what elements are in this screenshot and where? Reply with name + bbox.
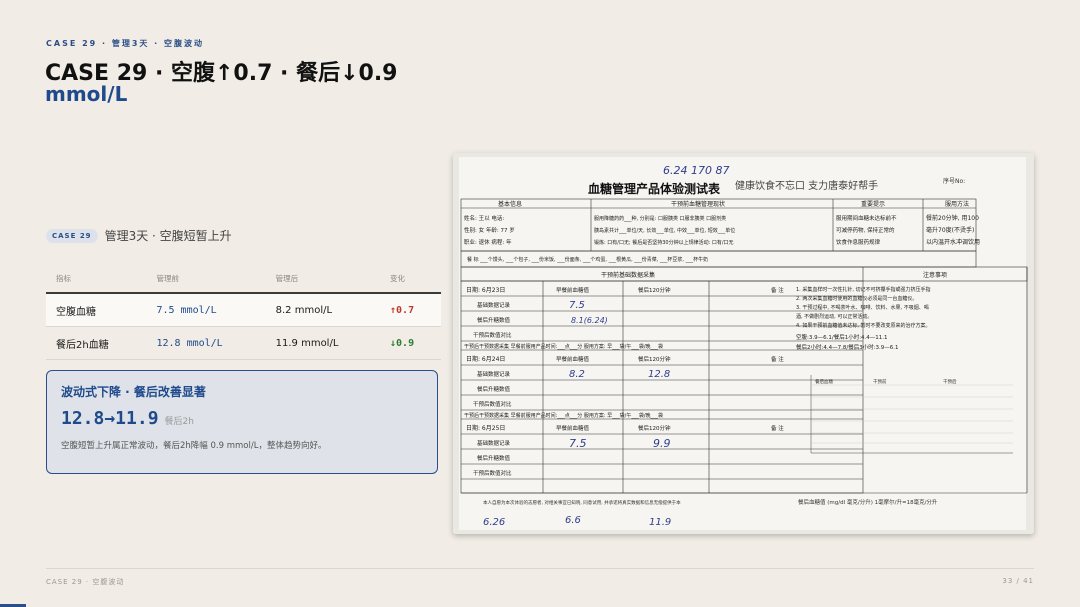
form-col-post: 餐后120分钟 [638, 424, 671, 432]
form-col-post: 餐后120分钟 [638, 355, 671, 363]
after-cell: 11.9 mmol/L [265, 326, 381, 360]
form-col-remark: 备 注 [771, 424, 784, 432]
form-note-line: 2. 两次采集血糖时使用的血糖仪必须是同一台血糖仪。 [796, 295, 917, 302]
form-note-line: 1. 采集血样时一次性扎针, 切记不可挤攥手指或强力挤压手指 [796, 286, 931, 293]
form-tips-line: 可减停药物, 保持正常的 [836, 226, 895, 234]
form-value-day2-fasting: 8.2 [569, 369, 585, 380]
form-row-post-up: 餐后升糖数值 [477, 316, 511, 324]
form-chart-legend-c: 干预后 [943, 378, 957, 385]
form-col-fasting: 早餐前血糖值 [556, 286, 590, 294]
footer-divider [46, 568, 1034, 569]
summary-callout: 波动式下降 · 餐后改善显著 12.8→11.9 餐后2h 空腹短暂上升属正常波动… [46, 370, 438, 474]
form-slogan: 健康饮食不忘口 支力唐泰好帮手 [735, 179, 878, 192]
form-usage-line: 餐前20分钟, 用100 [926, 214, 979, 222]
form-section-notes: 注意事项 [923, 271, 947, 279]
callout-heading: 波动式下降 · 餐后改善显著 [61, 385, 206, 399]
form-section-baseline: 干预前基础数据采集 [601, 271, 655, 279]
form-status-line: 胰岛素共计___单位/天, 长效___单位, 中效___单位, 短效___单位 [594, 227, 735, 234]
form-col-usage: 服用方法 [945, 200, 969, 208]
form-value-day1-fasting: 7.5 [569, 300, 585, 311]
form-footer-right: 餐后血糖值 (mg/dl 毫克/分升) 1毫摩尔/升=18毫克/分升 [798, 498, 938, 506]
form-value-day2-post: 12.8 [648, 369, 670, 380]
form-usage-line: 以内温开水冲调饮用 [926, 238, 980, 246]
change-cell: ↓0.9 [380, 326, 441, 360]
form-tips-line: 饮食作息服药规律 [836, 238, 881, 246]
col-header-after: 管理后 [265, 268, 381, 294]
case-badge: CASE 29 [46, 228, 98, 243]
form-bottom-c: 11.9 [649, 517, 671, 528]
form-basic-line: 性别: 女 年龄: 77 岁 [464, 226, 515, 234]
form-row-compare: 干预后数值对比 [473, 469, 512, 477]
callout-big-value: 12.8→11.9 [61, 408, 159, 429]
form-col-fasting: 早餐前血糖值 [556, 424, 590, 432]
form-collect-2: 干预后干预数据采集 早餐前服用产品时间:___点___分 服用方案: 早___袋… [464, 412, 663, 419]
callout-value: 12.8→11.9 餐后2h [61, 408, 423, 429]
case-subtitle: 管理3天 · 空腹短暂上升 [104, 229, 232, 243]
before-cell: 7.5 mmol/L [146, 293, 266, 327]
form-col-post: 餐后120分钟 [638, 286, 671, 294]
case-tag: CASE 29 管理3天 · 空腹短暂上升 [46, 227, 232, 244]
form-row-post-up: 餐后升糖数值 [477, 385, 511, 393]
form-row-post-up: 餐后升糖数值 [477, 454, 511, 462]
table-row: 餐后2h血糖 12.8 mmol/L 11.9 mmol/L ↓0.9 [46, 326, 441, 360]
footer-label: CASE 29 · 空腹波动 [46, 578, 125, 586]
form-day2-date: 日期: 6月24日 [466, 355, 505, 363]
form-col-tips: 重要提示 [861, 200, 885, 208]
form-status-line: 锻炼: 口有/口无; 餐后是否坚持30分钟以上规律活动: 口有/口无 [594, 239, 734, 246]
form-serial: 序号No: [943, 177, 965, 185]
form-top-note: 6.24 170 87 [663, 164, 729, 177]
metric-cell: 空腹血糖 [46, 293, 147, 327]
form-title: 血糖管理产品体验测试表 [588, 181, 721, 196]
form-usage-line: 毫升70度(不烫手) [926, 226, 974, 234]
form-row-compare: 干预后数值对比 [473, 400, 512, 408]
form-collect-1: 干预后干预数据采集 早餐前服用产品时间:___点___分 服用方案: 早___袋… [464, 343, 663, 350]
form-chart-legend-b: 干预前 [873, 378, 887, 385]
form-value-day3-post: 9.9 [653, 437, 671, 450]
comparison-table: 指标 管理前 管理后 变化 空腹血糖 7.5 mmol/L 8.2 mmol/L… [46, 268, 441, 360]
form-basic-line: 职业: 退休 病程: 年 [464, 238, 512, 246]
page-number: 33 / 41 [1002, 577, 1034, 585]
col-header-change: 变化 [380, 268, 441, 294]
form-bottom-b: 6.6 [565, 515, 581, 526]
form-footer-left: 本人自愿为本次体验的志愿者, 对相关事宜已知晓, 同意试用, 并承诺将真实数据和… [483, 499, 681, 506]
form-day1-date: 日期: 6月23日 [466, 286, 505, 294]
table-row: 空腹血糖 7.5 mmol/L 8.2 mmol/L ↑0.7 [46, 293, 441, 327]
form-row-compare: 干预后数值对比 [473, 331, 512, 339]
form-row-base: 基础数据记录 [477, 439, 511, 447]
after-cell: 8.2 mmol/L [265, 293, 381, 327]
form-note-line: 4. 如果干预前血糖值未达标, 暂时不要改变原来的治疗方案。 [796, 322, 931, 329]
form-status-line: 服用降糖药药___种, 分别是: 口服胰类 口服非胰类 口服剂类 [594, 215, 726, 222]
form-col-fasting: 早餐前血糖值 [556, 355, 590, 363]
form-basic-line: 姓名: 王以 电话: [464, 214, 504, 222]
form-note-line: 餐后2小时:4.4—7.8/餐后3小时:3.9—6.1 [796, 343, 899, 351]
form-note-line: 3. 干预过程中, 不喝茶叶水、咖啡、饮料、水果, 不吸烟、喝 [796, 304, 929, 311]
form-col-remark: 备 注 [771, 286, 784, 294]
form-day3-date: 日期: 6月25日 [466, 424, 505, 432]
col-header-metric: 指标 [46, 268, 147, 294]
form-meal-row: 餐 标 ___个馒头, ___个包子, ___份米饭, ___份面条, ___个… [467, 256, 708, 263]
form-tips-line: 服用期间血糖未达标前不 [836, 214, 897, 222]
form-col-basic: 基本信息 [498, 200, 522, 208]
page-title-unit: mmol/L [45, 82, 128, 106]
form-note-line: 空腹:3.9—6.1/餐后1小时:4.4—11.1 [796, 333, 888, 341]
form-value-day1-post: 8.1(6.24) [571, 316, 608, 325]
form-row-base: 基础数据记录 [477, 301, 511, 309]
kicker: CASE 29 · 管理3天 · 空腹波动 [46, 39, 204, 48]
form-photo: 6.24 170 87 血糖管理产品体验测试表 健康饮食不忘口 支力唐泰好帮手 … [453, 153, 1034, 534]
form-value-day3-fasting: 7.5 [569, 437, 587, 450]
form-row-base: 基础数据记录 [477, 370, 511, 378]
form-chart-legend-a: 餐后血糖 [815, 378, 833, 385]
callout-description: 空腹短暂上升属正常波动，餐后2h降幅 0.9 mmol/L，整体趋势向好。 [61, 441, 327, 451]
form-col-status: 干预前血糖管理现状 [671, 200, 725, 208]
metric-cell: 餐后2h血糖 [46, 326, 147, 360]
before-cell: 12.8 mmol/L [146, 326, 266, 360]
form-col-remark: 备 注 [771, 355, 784, 363]
form-note-line: 酒, 不做剧烈运动, 可以正常活动。 [796, 313, 872, 320]
change-cell: ↑0.7 [380, 293, 441, 327]
form-bottom-a: 6.26 [483, 517, 505, 528]
callout-note: 餐后2h [164, 417, 194, 427]
col-header-before: 管理前 [146, 268, 266, 294]
